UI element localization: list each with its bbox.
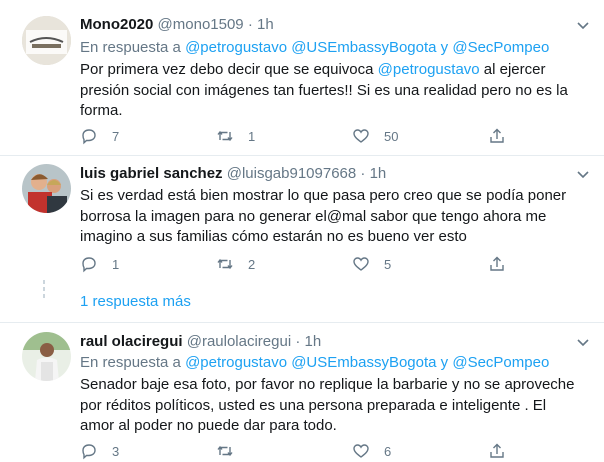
share-button[interactable] (488, 254, 506, 274)
avatar[interactable] (22, 332, 71, 381)
mention-link[interactable]: @SecPompeo (452, 39, 549, 56)
retweet-icon (217, 130, 233, 142)
user-handle[interactable]: @mono1509 (158, 16, 244, 33)
separator-dot: · (247, 16, 253, 33)
display-name[interactable]: Mono2020 (80, 16, 153, 33)
like-button[interactable]: 5 (352, 254, 391, 274)
tweet-text: Senador baje esa foto, por favor no repl… (80, 376, 575, 434)
mention-link[interactable]: @USEmbassyBogota (291, 39, 436, 56)
mention-link[interactable]: @petrogustavo (185, 39, 287, 56)
heart-icon (353, 444, 369, 458)
retweet-button[interactable]: 2 (216, 254, 255, 274)
timestamp[interactable]: 1h (257, 16, 274, 33)
tweet-text: Por primera vez debo decir que se equivo… (80, 61, 568, 119)
retweet-count: 2 (248, 256, 256, 272)
reply-button[interactable]: 3 (80, 441, 119, 461)
mention-link[interactable]: @petrogustavo (378, 61, 480, 78)
avatar-image (22, 332, 71, 381)
like-button[interactable]: 6 (352, 441, 391, 461)
tweet[interactable]: luis gabriel sanchez @luisgab91097668 · … (0, 156, 604, 322)
chevron-down-icon[interactable] (576, 19, 590, 33)
chevron-down-icon[interactable] (576, 168, 590, 182)
reply-icon (82, 444, 96, 460)
timestamp[interactable]: 1h (305, 333, 322, 350)
reply-context: En respuesta a @petrogustavo @USEmbassyB… (80, 39, 550, 56)
separator-dot: · (360, 165, 366, 182)
share-icon (490, 128, 504, 143)
tweet-actions: 3 6 (80, 441, 590, 461)
reply-button[interactable]: 1 (80, 254, 119, 274)
display-name[interactable]: raul olaciregui (80, 333, 183, 350)
reply-conjunction: y (440, 39, 449, 56)
user-handle[interactable]: @raulolaciregui (187, 333, 291, 350)
separator-dot: · (295, 333, 301, 350)
reply-context: En respuesta a @petrogustavo @USEmbassyB… (80, 354, 550, 371)
tweet[interactable]: raul olaciregui @raulolaciregui · 1h En … (0, 323, 604, 462)
heart-icon (353, 257, 369, 271)
retweet-icon (217, 445, 233, 457)
mention-link[interactable]: @SecPompeo (452, 354, 549, 371)
mention-link[interactable]: @USEmbassyBogota (291, 354, 436, 371)
share-icon (490, 443, 504, 458)
reply-icon (82, 129, 96, 145)
retweet-count: 1 (248, 128, 256, 144)
like-count: 50 (384, 128, 399, 144)
reply-count: 3 (112, 443, 120, 459)
tweet[interactable]: Mono2020 @mono1509 · 1h En respuesta a @… (0, 0, 604, 155)
reply-icon (82, 257, 96, 273)
show-more-replies-link[interactable]: 1 respuesta más (80, 292, 191, 312)
avatar[interactable] (22, 16, 71, 65)
tweet-actions: 1 2 5 (80, 254, 590, 274)
tweet-actions: 7 1 50 (80, 126, 590, 146)
avatar-image (22, 164, 71, 213)
avatar[interactable] (22, 164, 71, 213)
mention-link[interactable]: @petrogustavo (185, 354, 287, 371)
reply-button[interactable]: 7 (80, 126, 119, 146)
user-handle[interactable]: @luisgab91097668 (227, 165, 357, 182)
thread-connector (43, 280, 46, 301)
share-icon (490, 256, 504, 271)
avatar-image (22, 16, 71, 65)
timestamp[interactable]: 1h (370, 165, 387, 182)
reply-conjunction: y (440, 354, 449, 371)
share-button[interactable] (488, 441, 506, 461)
tweet-text: Si es verdad está bien mostrar lo que pa… (80, 187, 567, 245)
reply-count: 1 (112, 256, 120, 272)
chevron-down-icon[interactable] (576, 336, 590, 350)
like-count: 6 (384, 443, 392, 459)
retweet-button[interactable]: 1 (216, 126, 255, 146)
retweet-icon (217, 258, 233, 270)
like-count: 5 (384, 256, 392, 272)
like-button[interactable]: 50 (352, 126, 398, 146)
retweet-button[interactable] (216, 441, 248, 461)
heart-icon (353, 129, 369, 143)
share-button[interactable] (488, 126, 506, 146)
reply-count: 7 (112, 128, 120, 144)
display-name[interactable]: luis gabriel sanchez (80, 165, 223, 182)
